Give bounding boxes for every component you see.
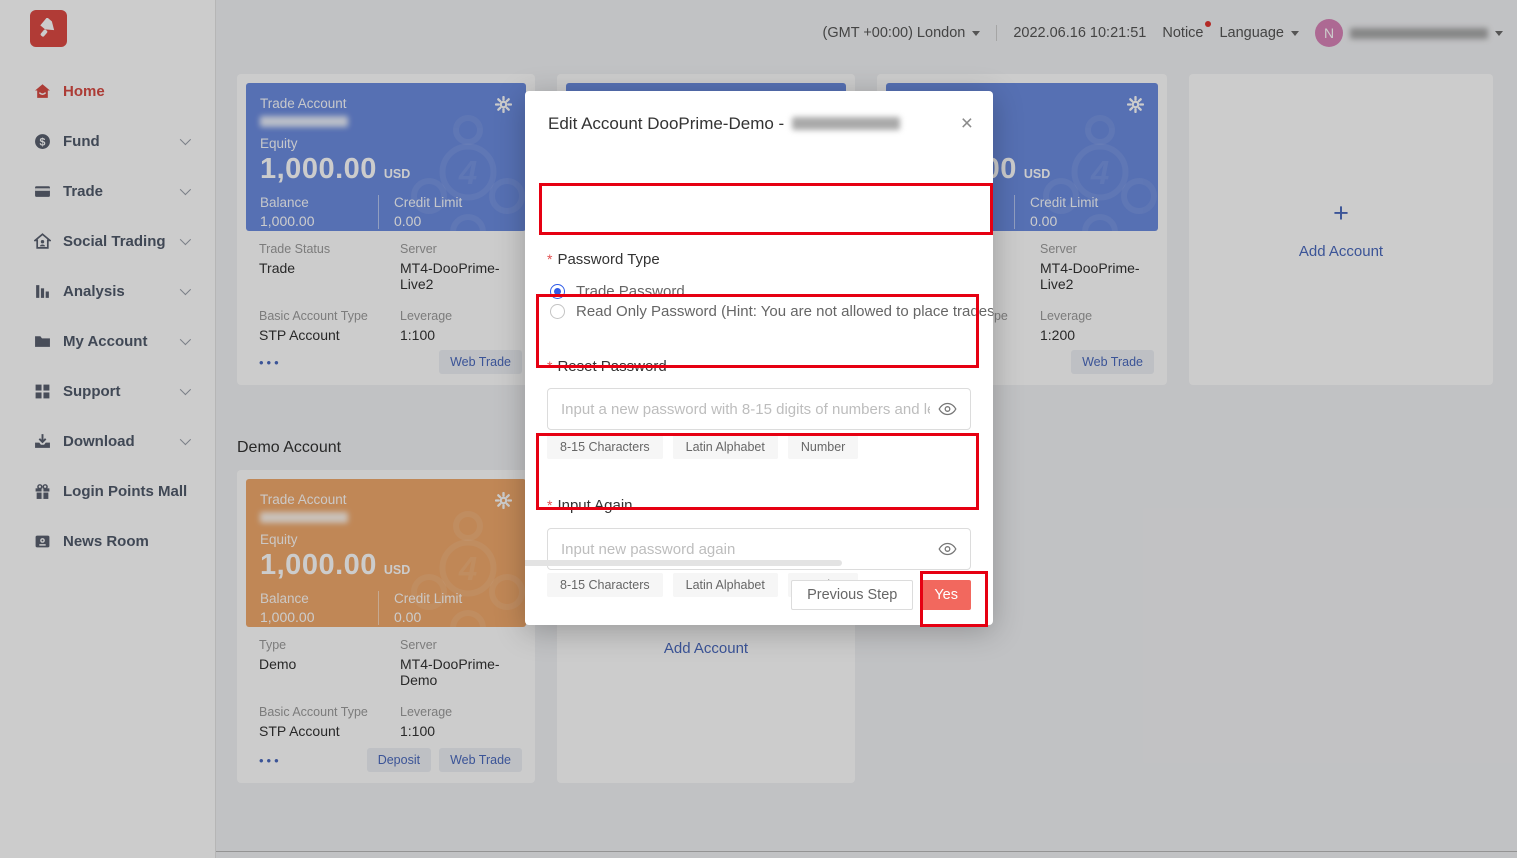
reset-password-field xyxy=(547,388,971,430)
horizontal-scrollbar[interactable] xyxy=(525,560,842,566)
radio-trade-password[interactable]: Trade Password xyxy=(550,283,993,300)
eye-icon[interactable] xyxy=(938,542,957,556)
radio-read-only-password[interactable]: Read Only Password (Hint: You are not al… xyxy=(550,303,993,320)
reset-password-label: *Reset Password xyxy=(547,358,667,375)
rule-tag: Latin Alphabet xyxy=(673,573,778,597)
password-rule-tags: 8-15 Characters Latin Alphabet Number xyxy=(547,435,858,459)
eye-icon[interactable] xyxy=(938,402,957,416)
radio-unselected-icon xyxy=(550,304,565,319)
rule-tag: 8-15 Characters xyxy=(547,435,663,459)
yes-button[interactable]: Yes xyxy=(921,580,971,610)
rule-tag: Number xyxy=(788,435,858,459)
required-mark: * xyxy=(547,358,552,374)
edit-account-modal: Edit Account DooPrime-Demo - × *Password… xyxy=(525,91,993,625)
app-root: Home $ Fund Trade Social Tr xyxy=(0,0,1517,858)
required-mark: * xyxy=(547,497,552,513)
modal-title: Edit Account DooPrime-Demo - xyxy=(548,114,784,134)
required-mark: * xyxy=(547,251,552,267)
rule-tag: Latin Alphabet xyxy=(673,435,778,459)
account-number-redacted xyxy=(792,117,900,130)
rule-tag: 8-15 Characters xyxy=(547,573,663,597)
previous-step-button[interactable]: Previous Step xyxy=(791,580,913,610)
close-icon[interactable]: × xyxy=(961,113,973,134)
password-type-label: *Password Type xyxy=(547,251,660,268)
input-again-label: *Input Again xyxy=(547,497,633,514)
radio-selected-icon xyxy=(550,284,565,299)
input-again-input[interactable] xyxy=(561,541,930,558)
reset-password-input[interactable] xyxy=(561,401,930,418)
